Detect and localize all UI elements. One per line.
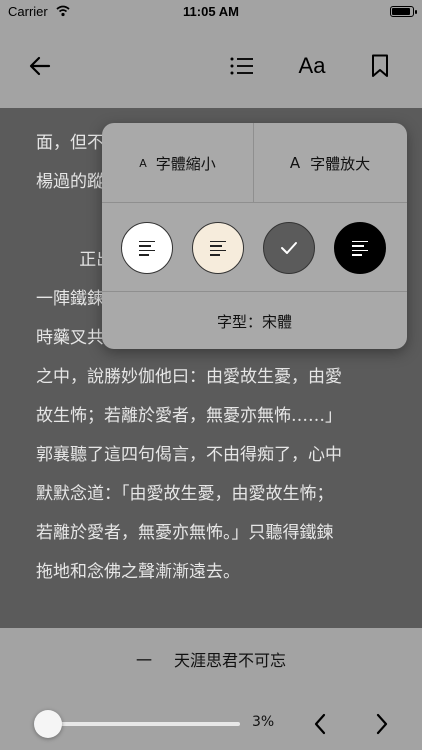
list-icon	[230, 57, 253, 75]
theme-sepia-button[interactable]	[192, 222, 244, 274]
progress-thumb[interactable]	[34, 710, 63, 738]
small-a-icon: A	[139, 156, 147, 170]
font-settings-button[interactable]: Aa	[290, 44, 334, 88]
font-type-button[interactable]: 字型：宋體	[102, 293, 407, 349]
increase-font-label: 字體放大	[310, 154, 371, 173]
clock: 11:05 AM	[183, 4, 239, 19]
bookmark-button[interactable]	[358, 44, 402, 88]
theme-row	[102, 204, 407, 292]
bookmark-icon	[372, 54, 388, 77]
checkmark-icon	[281, 242, 297, 254]
table-of-contents-button[interactable]	[220, 44, 264, 88]
increase-font-button[interactable]: A 字體放大	[254, 123, 406, 203]
progress-percent: 3%	[252, 714, 275, 730]
align-left-icon	[210, 238, 226, 259]
align-left-icon	[139, 238, 155, 259]
next-page-button[interactable]	[364, 706, 400, 742]
previous-page-button[interactable]	[302, 706, 338, 742]
theme-white-button[interactable]	[121, 222, 173, 274]
chevron-right-icon	[376, 713, 388, 735]
font-settings-popup: A 字體縮小 A 字體放大 字型：宋體	[102, 123, 407, 349]
align-left-icon	[352, 238, 368, 259]
chapter-dash: 一	[135, 651, 152, 670]
top-toolbar: Aa	[0, 24, 422, 108]
chapter-title: 天涯思君不可忘	[174, 651, 287, 670]
back-arrow-icon	[29, 56, 51, 76]
progress-slider[interactable]	[34, 710, 240, 738]
chapter-bar: 一 天涯思君不可忘	[0, 628, 422, 690]
decrease-font-label: 字體縮小	[155, 154, 216, 173]
decrease-font-button[interactable]: A 字體縮小	[102, 123, 254, 203]
font-size-row: A 字體縮小 A 字體放大	[102, 123, 407, 203]
theme-dark-gray-button[interactable]	[263, 222, 315, 274]
large-a-icon: A	[289, 154, 301, 172]
chevron-left-icon	[314, 713, 326, 735]
status-bar: Carrier 11:05 AM	[0, 0, 422, 24]
theme-black-button[interactable]	[334, 222, 386, 274]
bottom-toolbar: 3%	[0, 690, 422, 750]
back-button[interactable]	[18, 44, 62, 88]
battery-icon	[390, 6, 417, 17]
